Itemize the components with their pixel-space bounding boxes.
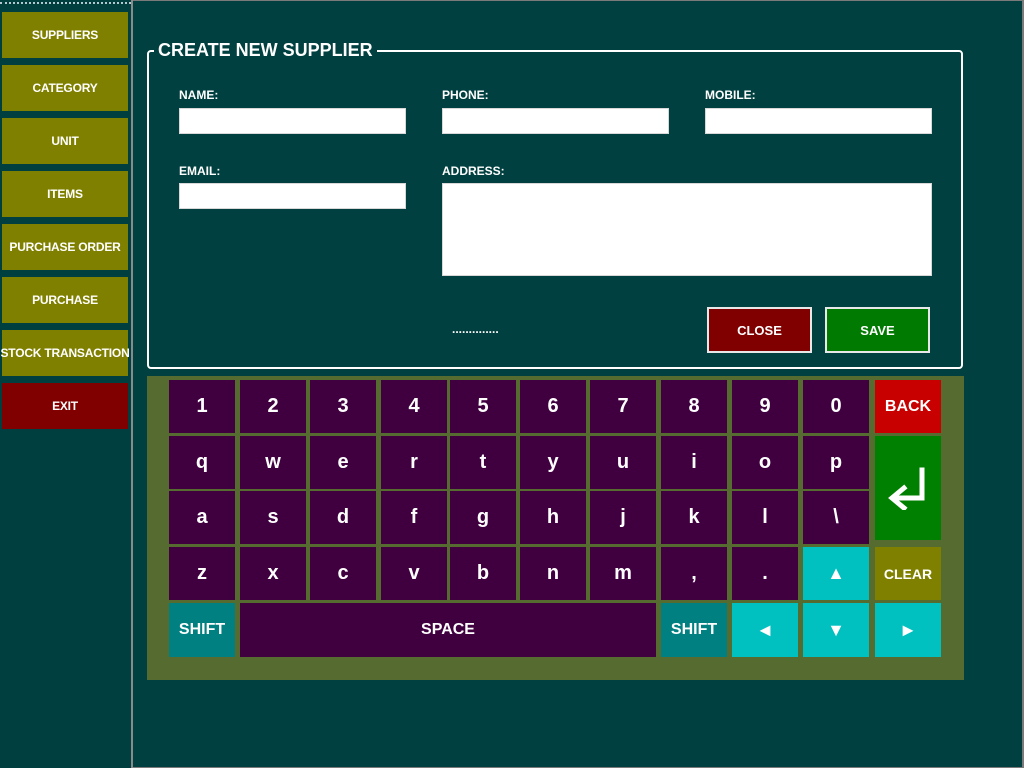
status-text: ..............	[452, 322, 499, 336]
address-label: ADDRESS:	[442, 164, 505, 178]
address-textarea[interactable]	[442, 183, 932, 276]
key-p[interactable]: p	[803, 436, 869, 489]
key-backslash[interactable]: \	[803, 491, 869, 544]
key-n[interactable]: n	[520, 547, 586, 600]
key-c[interactable]: c	[310, 547, 376, 600]
shift-key-right[interactable]: SHIFT	[661, 603, 727, 657]
key-e[interactable]: e	[310, 436, 376, 489]
name-label: NAME:	[179, 88, 219, 102]
phone-label: PHONE:	[442, 88, 489, 102]
arrow-up-key[interactable]: ▲	[803, 547, 869, 600]
sidebar-item-purchase-order[interactable]: PURCHASE ORDER	[2, 224, 128, 270]
clear-key[interactable]: CLEAR	[875, 547, 941, 600]
key-comma[interactable]: ,	[661, 547, 727, 600]
name-input[interactable]	[179, 108, 406, 134]
key-s[interactable]: s	[240, 491, 306, 544]
arrow-left-key[interactable]: ◄	[732, 603, 798, 657]
key-4[interactable]: 4	[381, 380, 447, 433]
key-f[interactable]: f	[381, 491, 447, 544]
key-0[interactable]: 0	[803, 380, 869, 433]
key-a[interactable]: a	[169, 491, 235, 544]
key-1[interactable]: 1	[169, 380, 235, 433]
enter-key[interactable]	[875, 436, 941, 540]
enter-arrow-icon	[888, 467, 925, 510]
key-u[interactable]: u	[590, 436, 656, 489]
key-k[interactable]: k	[661, 491, 727, 544]
key-y[interactable]: y	[520, 436, 586, 489]
back-key[interactable]: BACK	[875, 380, 941, 433]
sidebar-item-items[interactable]: ITEMS	[2, 171, 128, 217]
key-q[interactable]: q	[169, 436, 235, 489]
key-8[interactable]: 8	[661, 380, 727, 433]
form-title: CREATE NEW SUPPLIER	[154, 38, 377, 62]
key-d[interactable]: d	[310, 491, 376, 544]
key-period[interactable]: .	[732, 547, 798, 600]
key-7[interactable]: 7	[590, 380, 656, 433]
key-5[interactable]: 5	[450, 380, 516, 433]
sidebar-item-stock-transaction[interactable]: STOCK TRANSACTION	[0, 330, 130, 376]
key-x[interactable]: x	[240, 547, 306, 600]
key-6[interactable]: 6	[520, 380, 586, 433]
key-o[interactable]: o	[732, 436, 798, 489]
key-g[interactable]: g	[450, 491, 516, 544]
arrow-down-key[interactable]: ▼	[803, 603, 869, 657]
phone-input[interactable]	[442, 108, 669, 134]
sidebar: SUPPLIERS CATEGORY UNIT ITEMS PURCHASE O…	[0, 0, 133, 768]
space-key[interactable]: SPACE	[240, 603, 656, 657]
mobile-label: MOBILE:	[705, 88, 756, 102]
sidebar-item-purchase[interactable]: PURCHASE	[2, 277, 128, 323]
key-2[interactable]: 2	[240, 380, 306, 433]
key-m[interactable]: m	[590, 547, 656, 600]
key-r[interactable]: r	[381, 436, 447, 489]
save-button[interactable]: SAVE	[825, 307, 930, 353]
arrow-right-key[interactable]: ►	[875, 603, 941, 657]
email-label: EMAIL:	[179, 164, 221, 178]
shift-key-left[interactable]: SHIFT	[169, 603, 235, 657]
key-i[interactable]: i	[661, 436, 727, 489]
sidebar-item-exit[interactable]: EXIT	[2, 383, 128, 429]
key-l[interactable]: l	[732, 491, 798, 544]
sidebar-item-unit[interactable]: UNIT	[2, 118, 128, 164]
key-3[interactable]: 3	[310, 380, 376, 433]
key-w[interactable]: w	[240, 436, 306, 489]
sidebar-dotted-border	[0, 2, 131, 4]
key-9[interactable]: 9	[732, 380, 798, 433]
mobile-input[interactable]	[705, 108, 932, 134]
sidebar-item-category[interactable]: CATEGORY	[2, 65, 128, 111]
key-j[interactable]: j	[590, 491, 656, 544]
email-input[interactable]	[179, 183, 406, 209]
key-z[interactable]: z	[169, 547, 235, 600]
key-b[interactable]: b	[450, 547, 516, 600]
key-v[interactable]: v	[381, 547, 447, 600]
key-t[interactable]: t	[450, 436, 516, 489]
close-button[interactable]: CLOSE	[707, 307, 812, 353]
sidebar-item-suppliers[interactable]: SUPPLIERS	[2, 12, 128, 58]
key-h[interactable]: h	[520, 491, 586, 544]
